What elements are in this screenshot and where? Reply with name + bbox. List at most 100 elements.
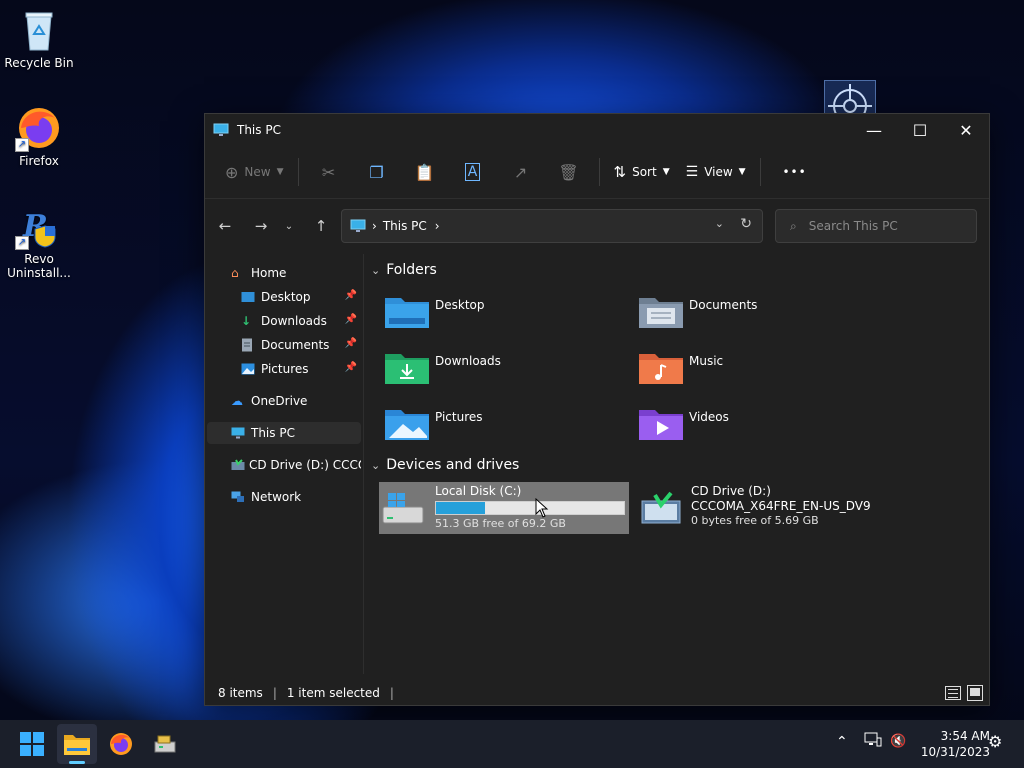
folder-downloads[interactable]: Downloads: [385, 350, 625, 394]
show-hidden-icons-button[interactable]: ⌃: [836, 734, 848, 750]
this-pc-icon: [350, 219, 366, 233]
refresh-button[interactable]: ↻: [740, 216, 752, 232]
folder-name: Pictures: [435, 410, 483, 424]
plus-circle-icon: ⊕: [225, 162, 239, 182]
folder-name: Downloads: [435, 354, 501, 368]
item-count: 8 items: [218, 686, 263, 700]
new-button[interactable]: ⊕ New ▼: [217, 154, 292, 190]
nav-item-label: Network: [251, 490, 302, 504]
breadcrumb-separator-icon: ›: [372, 219, 377, 233]
tiles-view-button[interactable]: [967, 685, 983, 701]
drive-usage-fill: [436, 502, 485, 514]
title-bar[interactable]: This PC — ☐ ✕: [205, 114, 989, 146]
nav-item-home[interactable]: ⌂ Home: [207, 262, 361, 284]
folder-music[interactable]: Music: [639, 350, 879, 394]
document-icon: [241, 338, 257, 352]
nav-item-onedrive[interactable]: ☁ OneDrive: [207, 390, 361, 412]
pin-icon[interactable]: 📌: [345, 290, 357, 301]
cut-button[interactable]: ✂: [305, 154, 353, 190]
forward-button[interactable]: →: [245, 210, 277, 242]
trash-icon: 🗑: [558, 162, 579, 182]
maximize-button[interactable]: ☐: [897, 114, 943, 146]
address-history-button[interactable]: ⌄: [715, 217, 724, 230]
drive-local-disk-c[interactable]: Local Disk (C:) 51.3 GB free of 69.2 GB: [379, 482, 629, 534]
desktop-icon-firefox[interactable]: ↗ Firefox: [3, 106, 75, 168]
nav-item-network[interactable]: Network: [207, 486, 361, 508]
cd-drive-icon: [231, 459, 245, 471]
copy-button[interactable]: ❐: [353, 154, 401, 190]
desktop-icon-revo-uninstaller[interactable]: R ↗ Revo Uninstall...: [3, 204, 75, 280]
details-view-button[interactable]: [945, 686, 961, 700]
pin-icon[interactable]: 📌: [345, 314, 357, 325]
notification-settings-icon[interactable]: ⚙: [988, 732, 1002, 751]
folder-name: Desktop: [435, 298, 485, 312]
content-pane: ⌄ Folders Desktop Documents Downloads Mu…: [365, 254, 987, 674]
view-button[interactable]: ☰ View ▼: [678, 154, 754, 190]
sort-button[interactable]: ⇅ Sort ▼: [606, 154, 678, 190]
share-button[interactable]: ↗: [497, 154, 545, 190]
folder-documents[interactable]: Documents: [639, 294, 879, 338]
back-button[interactable]: ←: [209, 210, 241, 242]
minimize-icon: —: [866, 120, 882, 140]
volume-muted-icon[interactable]: 🔇: [890, 734, 906, 749]
shortcut-arrow-icon: ↗: [15, 236, 29, 250]
paste-button[interactable]: 📋: [401, 154, 449, 190]
drive-cd-d[interactable]: CD Drive (D:) CCCOMA_X64FRE_EN-US_DV9 0 …: [639, 482, 899, 534]
share-icon: ↗: [513, 162, 528, 182]
desktop-icon: [241, 291, 257, 303]
nav-item-label: Desktop: [261, 290, 311, 304]
pictures-folder-icon: [385, 406, 429, 440]
system-clock[interactable]: 3:54 AM 10/31/2023: [914, 728, 990, 760]
active-app-indicator: [69, 761, 85, 764]
folder-pictures[interactable]: Pictures: [385, 406, 625, 450]
cloud-icon: ☁: [231, 394, 243, 408]
toolbar-divider: [598, 158, 600, 186]
taskbar-file-explorer[interactable]: [57, 724, 97, 764]
desktop-folder-icon: [385, 294, 429, 328]
nav-item-label: CD Drive (D:) CCCOMA_X64FRE_EN-US_DV9: [249, 458, 361, 472]
pin-icon[interactable]: 📌: [345, 362, 357, 373]
desktop-icon-recycle-bin[interactable]: Recycle Bin: [3, 8, 75, 70]
delete-button[interactable]: 🗑: [545, 154, 593, 190]
network-status-icon[interactable]: [864, 732, 882, 751]
search-box[interactable]: ⌕: [775, 209, 977, 243]
nav-item-pictures[interactable]: Pictures 📌: [207, 358, 361, 380]
more-options-button[interactable]: •••: [767, 154, 823, 190]
folder-desktop[interactable]: Desktop: [385, 294, 625, 338]
start-button[interactable]: [12, 724, 52, 764]
clipboard-icon: 📋: [414, 162, 435, 182]
devices-section-header[interactable]: ⌄ Devices and drives: [371, 457, 519, 473]
pin-icon[interactable]: 📌: [345, 338, 357, 349]
arrow-left-icon: ←: [218, 217, 232, 235]
status-divider: |: [389, 686, 394, 700]
nav-item-downloads[interactable]: ↓ Downloads 📌: [207, 310, 361, 332]
recent-locations-button[interactable]: ⌄: [277, 210, 301, 242]
minimize-button[interactable]: —: [851, 114, 897, 146]
chevron-down-icon: ⌄: [284, 220, 294, 232]
folders-section-header[interactable]: ⌄ Folders: [371, 262, 437, 278]
nav-item-label: Downloads: [261, 314, 327, 328]
nav-item-cd-drive[interactable]: CD Drive (D:) CCCOMA_X64FRE_EN-US_DV9: [207, 454, 361, 476]
windows-logo-icon: [20, 732, 44, 756]
this-pc-icon: [231, 427, 247, 439]
file-explorer-window: This PC — ☐ ✕ ⊕ New ▼ ✂ ❐ 📋 A ↗ 🗑 ⇅ Sort…: [204, 113, 990, 706]
address-bar[interactable]: › This PC › ⌄ ↻: [341, 209, 763, 243]
taskbar-app-installer[interactable]: [145, 724, 185, 764]
nav-item-this-pc[interactable]: This PC: [207, 422, 361, 444]
navigation-pane: ⌂ Home Desktop 📌 ↓ Downloads 📌 Documents…: [205, 254, 364, 674]
nav-item-documents[interactable]: Documents 📌: [207, 334, 361, 356]
documents-folder-icon: [639, 294, 683, 328]
breadcrumb-this-pc[interactable]: This PC: [383, 219, 427, 233]
up-button[interactable]: ↑: [305, 210, 337, 242]
recycle-bin-icon: [17, 8, 61, 52]
close-button[interactable]: ✕: [943, 114, 989, 146]
taskbar-firefox[interactable]: [101, 724, 141, 764]
rename-button[interactable]: A: [449, 154, 497, 190]
folder-videos[interactable]: Videos: [639, 406, 879, 450]
folder-icon: [64, 735, 90, 755]
search-input[interactable]: [806, 218, 971, 234]
nav-item-desktop[interactable]: Desktop 📌: [207, 286, 361, 308]
firefox-icon: ↗: [15, 106, 61, 152]
folder-name: Videos: [689, 410, 729, 424]
breadcrumb-chevron-icon[interactable]: ›: [435, 219, 440, 233]
